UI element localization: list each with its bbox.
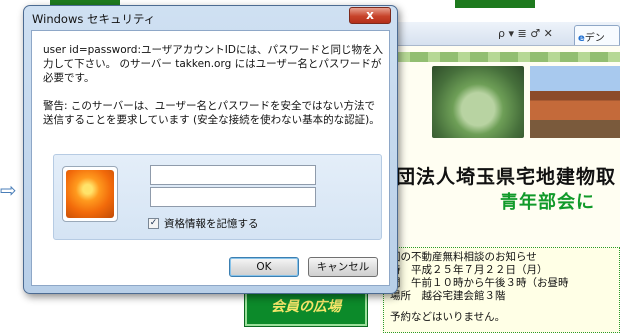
- organization-subtitle: 青年部会に: [500, 192, 595, 213]
- notice-line: 回の不動産無料相談のお知らせ: [390, 251, 537, 263]
- notice-line: [390, 303, 619, 311]
- close-icon: x: [366, 8, 374, 22]
- dialog-body: user id=password:ユーザアカウントIDには、パスワードと同じ物を…: [31, 30, 390, 286]
- organization-title: 団法人埼玉県宅地建物取: [396, 166, 617, 188]
- notice-box: 回の不動産無料相談のお知らせ 時 平成２５年７月２２日（月） 間 午前１０時から…: [383, 247, 620, 333]
- remember-checkbox[interactable]: ✓: [148, 218, 159, 229]
- password-field[interactable]: [150, 187, 316, 207]
- page-banner-right: [455, 0, 535, 8]
- browser-toolbar-buttons[interactable]: ρ ▾ ≣ ♂ ✕: [498, 27, 553, 40]
- remember-label: 資格情報を記憶する: [164, 218, 259, 230]
- security-warning: 警告: このサーバーは、ユーザー名とパスワードを安全ではない方法で送信することを…: [43, 100, 380, 126]
- header-decoration: [380, 52, 620, 62]
- header-photo-building: [530, 66, 620, 138]
- cancel-button[interactable]: キャンセル: [308, 257, 378, 277]
- browser-tab-label: デン: [584, 33, 605, 44]
- notice-line: 間 午前１０時から午後３時（お昼時: [390, 277, 569, 289]
- dialog-titlebar[interactable]: Windows セキュリティ x: [24, 6, 397, 28]
- security-dialog: Windows セキュリティ x user id=password:ユーザアカウ…: [23, 5, 398, 294]
- username-field[interactable]: [150, 165, 316, 185]
- notice-line: 予約などはいりません。: [390, 311, 506, 323]
- header-photo-plant: [432, 66, 524, 138]
- browser-tab[interactable]: eデン: [574, 25, 620, 45]
- arrow-icon: ⇨: [0, 178, 17, 202]
- dialog-message: user id=password:ユーザアカウントIDには、パスワードと同じ物を…: [43, 43, 383, 141]
- ie-icon: e: [578, 33, 585, 44]
- notice-line: 時 平成２５年７月２２日（月）: [390, 264, 548, 276]
- user-tile: [62, 166, 118, 222]
- close-button[interactable]: x: [349, 7, 391, 24]
- notice-line: 場所 越谷宅建会館３階: [390, 290, 506, 302]
- auth-message: user id=password:ユーザアカウントIDには、パスワードと同じ物を…: [43, 44, 383, 84]
- dialog-title: Windows セキュリティ: [32, 12, 156, 26]
- ok-button[interactable]: OK: [229, 257, 299, 277]
- credential-panel: ✓ 資格情報を記憶する: [53, 154, 382, 240]
- user-avatar-flower-icon: [66, 170, 114, 218]
- remember-credentials[interactable]: ✓ 資格情報を記憶する: [148, 216, 259, 231]
